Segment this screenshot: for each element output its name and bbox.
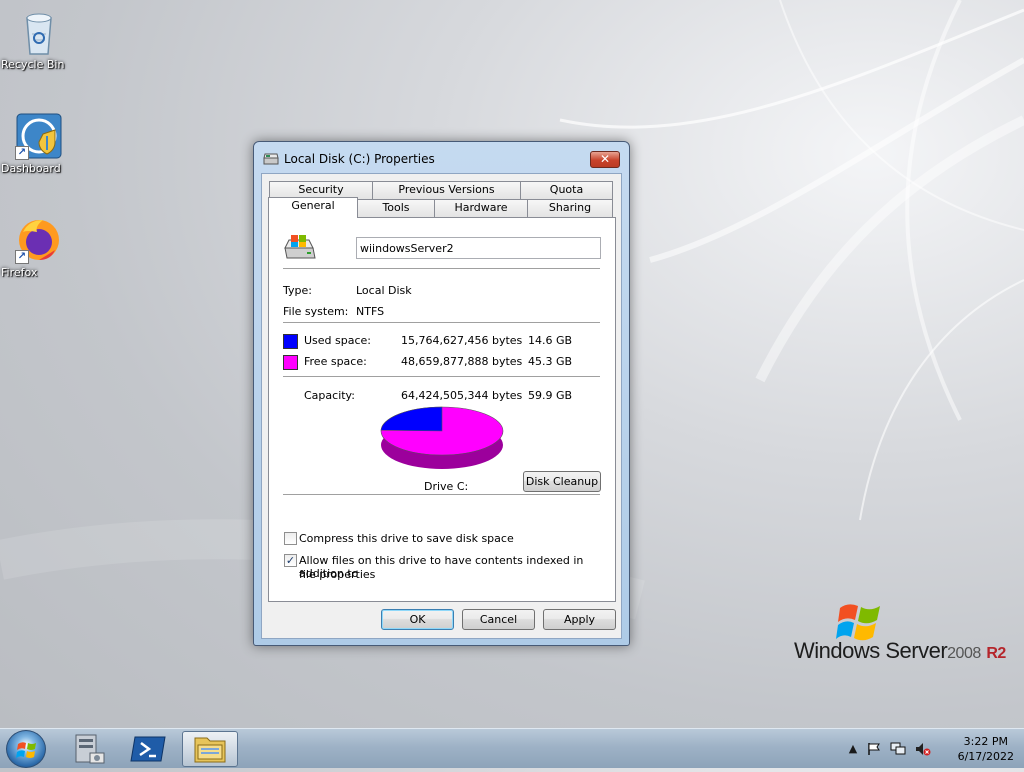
network-icon[interactable] — [890, 742, 906, 756]
windows-server-branding: Windows Server2008 R2 — [794, 598, 1014, 668]
shortcut-arrow-icon: ↗ — [15, 250, 29, 264]
tab-sharing[interactable]: Sharing — [527, 199, 613, 217]
free-space-swatch — [283, 355, 298, 370]
start-button[interactable] — [6, 730, 46, 768]
dialog-titlebar[interactable]: Local Disk (C:) Properties ✕ — [254, 142, 629, 176]
recycle-bin-icon — [15, 8, 63, 56]
dashboard-icon: ↗ — [15, 112, 63, 160]
action-center-flag-icon[interactable] — [866, 742, 882, 756]
desktop-icon-label: Firefox — [1, 266, 38, 279]
tab-tools[interactable]: Tools — [357, 199, 435, 217]
general-tab-page: Type: Local Disk File system: NTFS Used … — [268, 217, 616, 602]
file-system-value: NTFS — [356, 305, 385, 318]
drive-icon — [284, 235, 316, 259]
firefox-icon: ↗ — [15, 216, 63, 264]
taskbar-powershell[interactable] — [121, 731, 177, 767]
taskbar-file-explorer[interactable] — [182, 731, 238, 767]
separator — [283, 494, 600, 496]
volume-name-input[interactable] — [356, 237, 601, 259]
properties-dialog: Local Disk (C:) Properties ✕ Security Pr… — [253, 141, 630, 646]
index-contents-checkbox[interactable]: ✓ — [284, 554, 297, 567]
type-value: Local Disk — [356, 284, 412, 297]
volume-muted-icon[interactable] — [915, 742, 931, 756]
taskbar-server-manager[interactable] — [60, 731, 116, 767]
used-space-bytes: 15,764,627,456 bytes — [401, 334, 523, 347]
windows-start-orb-icon — [16, 742, 36, 758]
desktop-icon-label: Recycle Bin — [1, 58, 65, 71]
compress-drive-label: Compress this drive to save disk space — [299, 532, 514, 545]
tab-quota[interactable]: Quota — [520, 181, 613, 199]
shortcut-arrow-icon: ↗ — [15, 146, 29, 160]
cancel-button[interactable]: Cancel — [462, 609, 535, 630]
tab-general[interactable]: General — [268, 197, 358, 218]
dialog-title: Local Disk (C:) Properties — [284, 152, 435, 166]
used-space-swatch — [283, 334, 298, 349]
dialog-client-area: Security Previous Versions Quota General… — [261, 173, 622, 639]
type-label: Type: — [283, 284, 312, 297]
disk-cleanup-button[interactable]: Disk Cleanup — [523, 471, 601, 492]
free-space-bytes: 48,659,877,888 bytes — [401, 355, 523, 368]
pie-slice-used — [380, 406, 443, 432]
server-manager-icon — [75, 734, 105, 764]
desktop-icon-dashboard[interactable]: ↗ Dashboard — [1, 112, 77, 175]
branding-product: Windows Server — [794, 638, 948, 663]
close-button[interactable]: ✕ — [590, 151, 620, 168]
separator — [283, 268, 600, 270]
free-space-gb: 45.3 GB — [528, 355, 573, 368]
compress-drive-checkbox[interactable] — [284, 532, 297, 545]
taskbar: ▲ 3:22 PM 6/17/2022 — [0, 728, 1024, 768]
capacity-gb: 59.9 GB — [528, 389, 573, 402]
separator — [283, 322, 600, 324]
index-contents-label-line2: file properties — [299, 568, 376, 581]
ok-button[interactable]: OK — [381, 609, 454, 630]
branding-version: 2008 — [947, 645, 981, 662]
desktop-icon-label: Dashboard — [1, 162, 61, 175]
apply-button[interactable]: Apply — [543, 609, 616, 630]
capacity-bytes: 64,424,505,344 bytes — [401, 389, 523, 402]
separator — [283, 376, 600, 378]
powershell-icon — [130, 736, 166, 762]
branding-release: R2 — [986, 645, 1006, 662]
drive-small-icon — [263, 153, 279, 165]
desktop-icon-firefox[interactable]: ↗ Firefox — [1, 216, 77, 279]
clock-time: 3:22 PM — [963, 735, 1008, 748]
tab-hardware[interactable]: Hardware — [434, 199, 528, 217]
taskbar-clock[interactable]: 3:22 PM 6/17/2022 — [958, 734, 1014, 764]
desktop-icon-recycle-bin[interactable]: Recycle Bin — [1, 8, 77, 71]
disk-usage-pie-chart — [380, 406, 504, 469]
windows-flag-logo — [836, 604, 880, 641]
used-space-gb: 14.6 GB — [528, 334, 573, 347]
show-hidden-icons-button[interactable]: ▲ — [845, 742, 861, 756]
file-explorer-icon — [194, 737, 226, 763]
file-system-label: File system: — [283, 305, 349, 318]
used-space-label: Used space: — [304, 334, 372, 347]
free-space-label: Free space: — [304, 355, 367, 368]
drive-label: Drive C: — [424, 480, 469, 493]
branding-text: Windows Server2008 R2 — [794, 638, 1006, 664]
tab-previous-versions[interactable]: Previous Versions — [372, 181, 521, 199]
clock-date: 6/17/2022 — [957, 750, 1014, 763]
capacity-label: Capacity: — [304, 389, 355, 402]
